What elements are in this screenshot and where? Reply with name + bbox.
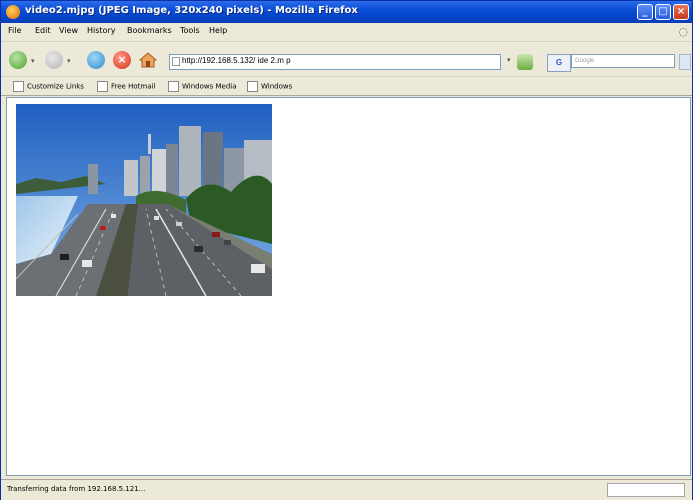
navigation-toolbar: ▾ ▾ × http://192.168.5.132/ ide 2.m p ▾ … (1, 42, 692, 77)
bookmarks-toolbar: Customize Links Free Hotmail Windows Med… (1, 77, 692, 96)
bookmark-label: Free Hotmail (111, 82, 156, 91)
stop-button[interactable]: × (113, 51, 131, 69)
search-input[interactable]: Google (571, 54, 675, 68)
back-button[interactable] (9, 51, 27, 69)
address-controls: ▾ (503, 54, 539, 70)
back-dropdown-icon[interactable]: ▾ (31, 57, 35, 65)
bookmark-windows-media[interactable]: Windows Media (168, 81, 237, 92)
title-bar: video2.mjpg (JPEG Image, 320x240 pixels)… (1, 1, 692, 23)
bookmark-icon (13, 81, 24, 92)
reload-button[interactable] (87, 51, 105, 69)
close-button[interactable]: × (673, 4, 689, 20)
page-content (6, 97, 691, 476)
forward-dropdown-icon[interactable]: ▾ (67, 57, 71, 65)
bookmark-free-hotmail[interactable]: Free Hotmail (97, 81, 155, 92)
minimize-button[interactable]: _ (637, 4, 653, 20)
video-frame-image[interactable] (16, 104, 272, 296)
bookmark-label: Windows Media (182, 82, 237, 91)
menu-help[interactable]: Help (209, 26, 227, 35)
menu-tools[interactable]: Tools (180, 26, 200, 35)
bookmark-icon (168, 81, 179, 92)
firefox-icon (6, 5, 20, 19)
bookmark-label: Windows (261, 82, 293, 91)
maximize-button[interactable]: □ (655, 4, 671, 20)
home-button[interactable] (139, 51, 157, 69)
menu-edit[interactable]: Edit (35, 26, 51, 35)
window-title: video2.mjpg (JPEG Image, 320x240 pixels)… (25, 5, 358, 16)
menu-view[interactable]: View (59, 26, 78, 35)
bookmark-windows[interactable]: Windows (247, 81, 292, 92)
address-bar[interactable]: http://192.168.5.132/ ide 2.m p (169, 54, 501, 70)
bookmark-customize-links[interactable]: Customize Links (13, 81, 84, 92)
search-button[interactable] (679, 54, 691, 70)
menu-bookmarks[interactable]: Bookmarks (127, 26, 172, 35)
menu-file[interactable]: File (8, 26, 21, 35)
go-button[interactable] (517, 54, 533, 70)
menu-bar: File Edit View History Bookmarks Tools H… (1, 23, 692, 42)
search-engine-selector[interactable]: G (547, 54, 571, 72)
page-icon (172, 57, 180, 66)
bookmark-label: Customize Links (27, 82, 84, 91)
status-progress-panel (607, 483, 685, 497)
address-text: http://192.168.5.132/ ide 2.m p (182, 56, 291, 65)
bookmark-icon (97, 81, 108, 92)
menu-history[interactable]: History (87, 26, 115, 35)
browser-window: video2.mjpg (JPEG Image, 320x240 pixels)… (0, 0, 693, 500)
forward-button[interactable] (45, 51, 63, 69)
status-text: Transferring data from 192.168.5.121... (7, 485, 146, 493)
throbber-icon: ◌ (678, 25, 688, 38)
bookmark-icon (247, 81, 258, 92)
address-dropdown-icon[interactable]: ▾ (507, 56, 511, 64)
status-bar: Transferring data from 192.168.5.121... (1, 479, 692, 500)
